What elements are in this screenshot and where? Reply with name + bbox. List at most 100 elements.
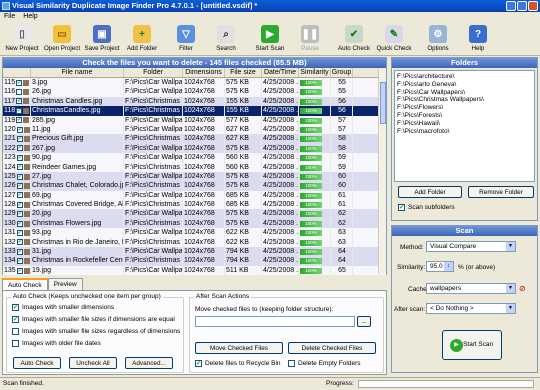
row-checkbox[interactable]: ✔ (16, 182, 23, 189)
column-similarity[interactable]: Similarity (299, 68, 331, 77)
row-checkbox[interactable]: ✔ (16, 107, 23, 114)
table-row[interactable]: 132 ✔ Christmas in Rio de Janeiro, B... F:\… (3, 237, 386, 248)
table-row[interactable]: 133 ✔ 31.jpg F:\Pics\Car Wallpa... 1024x768 7… (3, 247, 386, 257)
folder-item[interactable]: F:\Pics\Christmas Wallpapers\ (397, 96, 532, 104)
advanced-button[interactable]: Advanced... (125, 357, 173, 369)
folder-item[interactable]: F:\Pics\architecture\ (397, 73, 532, 81)
row-checkbox[interactable]: ✔ (16, 145, 23, 152)
table-row[interactable]: 122 ✔ 267.jpg F:\Pics\Car Wallpa... 1024x768… (3, 143, 386, 154)
row-checkbox[interactable]: ✔ (16, 79, 23, 86)
filter-button[interactable]: ▽ Filter (166, 22, 206, 56)
table-row[interactable]: 116 26.jpg F:\Pics\Car Wallpa... 1024x768 57… (3, 87, 386, 97)
row-checkbox[interactable]: ✔ (16, 98, 23, 105)
uncheck-all-button[interactable]: Uncheck All (69, 357, 117, 369)
row-checkbox[interactable]: ✔ (16, 267, 23, 274)
save-project-button[interactable]: ▣ Save Project (82, 22, 122, 56)
column-date[interactable]: Date/Time (262, 68, 299, 77)
open-project-button[interactable]: ▭ Open Project (42, 22, 82, 56)
close-button[interactable] (528, 1, 538, 11)
quick-check-button[interactable]: ✎ Quick Check (374, 22, 414, 56)
row-checkbox[interactable]: ✔ (16, 211, 23, 218)
table-row[interactable]: 130 ✔ Christmas Flowers.jpg F:\Pics\Christm… (3, 218, 386, 229)
auto-check-option[interactable]: ✔ Images with smaller dimensions (12, 304, 114, 311)
add-folder-button[interactable]: + Add Folder (122, 22, 162, 56)
column-file-name[interactable]: File name (31, 68, 124, 77)
table-row[interactable]: 126 ✔ Christmas Chalet, Colorado.jpg F:\Pic… (3, 181, 386, 191)
table-row[interactable]: 134 ✔ Christmas in Rockefeller Cent... F:\P… (3, 256, 386, 266)
new-project-button[interactable]: ▯ New Project (2, 22, 42, 56)
table-row[interactable]: 117 ✔ Christmas Candles.jpg F:\Pics\Christm… (3, 96, 386, 107)
row-checkbox[interactable]: ✔ (16, 248, 23, 255)
tab-auto-check[interactable]: Auto Check (2, 278, 48, 290)
table-row[interactable]: 119 ✔ 285.jpg F:\Pics\Car Wallpa... 1024x768… (3, 115, 386, 125)
row-checkbox[interactable]: ✔ (16, 117, 23, 124)
table-row[interactable]: 115 ✔ 3.jpg F:\Pics\Car Wallpa... 1024x768 57… (3, 78, 386, 88)
menu-file[interactable]: File (4, 12, 15, 22)
table-row[interactable]: 135 ✔ 19.jpg F:\Pics\Car Wallpa... 1024x768 5… (3, 265, 386, 276)
remove-folder-button[interactable]: Remove Folder (468, 186, 534, 198)
recycle-bin-checkbox[interactable]: ✔ Delete files to Recycle Bin (195, 360, 281, 367)
row-checkbox[interactable]: ✔ (16, 201, 23, 208)
method-select[interactable]: Visual Compare ▼ (426, 241, 516, 252)
column-file-size[interactable]: File size (225, 68, 262, 77)
column-folder[interactable]: Folder (124, 68, 183, 77)
folder-item[interactable]: F:\Pics\Hawaii\ (397, 120, 532, 128)
auto-check-option[interactable]: Images with older file dates (12, 340, 101, 347)
start-scan-button[interactable]: ▶ Start Scan (442, 330, 502, 360)
help-button[interactable]: ? Help (458, 22, 498, 56)
row-checkbox[interactable]: ✔ (16, 126, 23, 133)
column-group[interactable]: Group (331, 68, 353, 77)
column-dimensions[interactable]: Dimensions (183, 68, 225, 77)
table-row[interactable]: 124 ✔ Reindeer Games.jpg F:\Pics\Christmas … (3, 162, 386, 172)
move-checked-files-button[interactable]: Move Checked Files (195, 342, 283, 354)
auto-check-option[interactable]: ✔ Images with smaller file sizes if dimen… (12, 316, 175, 323)
table-row[interactable]: 118 ✔ ChristmasCandles.jpg F:\Pics\Christma… (3, 106, 386, 116)
cache-select[interactable]: wallpapers ▼ (426, 283, 516, 294)
row-checkbox[interactable]: ✔ (16, 164, 23, 171)
folder-item[interactable]: F:\Pics\Flowers\ (397, 104, 532, 112)
list-scrollbar[interactable] (378, 68, 386, 274)
scroll-thumb[interactable] (380, 82, 386, 124)
scan-subfolders-checkbox[interactable]: ✔ Scan subfolders (398, 204, 455, 211)
clear-cache-icon[interactable]: ⊘ (519, 284, 526, 293)
row-checkbox[interactable]: ✔ (16, 192, 23, 199)
start-scan-button[interactable]: ▶ Start Scan (250, 22, 290, 56)
move-path-input[interactable] (195, 316, 355, 327)
row-checkbox[interactable]: ✔ (16, 220, 23, 227)
minimize-button[interactable] (506, 1, 516, 11)
spin-icon[interactable]: ↕ (444, 262, 453, 271)
row-checkbox[interactable]: ✔ (16, 239, 23, 246)
folder-item[interactable]: F:\Pics\Car Wallpapers\ (397, 89, 532, 97)
similarity-input[interactable]: 95.0 ↕ (426, 261, 454, 272)
add-folder-button[interactable]: Add Folder (398, 186, 462, 198)
row-checkbox[interactable]: ✔ (16, 258, 23, 265)
table-row[interactable]: 123 ✔ 90.jpg F:\Pics\Car Wallpa... 1024x768 5… (3, 153, 386, 163)
folder-list[interactable]: F:\Pics\architecture\ F:\Pics\arto Geneva… (394, 70, 535, 182)
folder-item[interactable]: F:\Pics\Forests\ (397, 112, 532, 120)
row-checkbox[interactable]: ✔ (16, 136, 23, 143)
options-button[interactable]: ⚙ Options (418, 22, 458, 56)
table-row[interactable]: 131 ✔ 93.jpg F:\Pics\Car Wallpa... 1024x768 6… (3, 228, 386, 238)
delete-empty-folders-checkbox[interactable]: Delete Empty Folders (288, 360, 361, 367)
maximize-button[interactable] (517, 1, 527, 11)
table-row[interactable]: 120 ✔ 11.jpg F:\Pics\Car Wallpa... 1024x768 6… (3, 124, 386, 135)
auto-check-option[interactable]: Images with smaller file sizes regardles… (12, 328, 180, 335)
row-checkbox[interactable] (16, 89, 23, 96)
after-scan-select[interactable]: < Do Nothing > ▼ (426, 303, 516, 314)
menu-help[interactable]: Help (23, 12, 37, 22)
table-row[interactable]: 129 ✔ 20.jpg F:\Pics\Car Wallpa... 1024x768 5… (3, 209, 386, 219)
folder-item[interactable]: F:\Pics\macrofoto\ (397, 128, 532, 136)
tab-preview[interactable]: Preview (47, 278, 83, 290)
search-button[interactable]: ⌕ Search (206, 22, 246, 56)
row-checkbox[interactable]: ✔ (16, 229, 23, 236)
table-row[interactable]: 125 ✔ 27.jpg F:\Pics\Car Wallpa... 1024x768 5… (3, 171, 386, 182)
auto-check-button[interactable]: Auto Check (13, 357, 61, 369)
auto-check-button[interactable]: ✔ Auto Check (334, 22, 374, 56)
table-row[interactable]: 128 ✔ Christmas Covered Bridge, Al... F:\Pi… (3, 200, 386, 210)
table-row[interactable]: 127 ✔ 69.jpg F:\Pics\Car Wallpa... 1024x768 6… (3, 190, 386, 201)
folder-item[interactable]: F:\Pics\arto Geneva\ (397, 81, 532, 89)
table-row[interactable]: 121✔Precious Gift.jpgF:\Pics\Christmas W… (3, 134, 386, 144)
column-index[interactable] (3, 68, 31, 77)
browse-button[interactable]: ... (357, 316, 371, 327)
delete-checked-files-button[interactable]: Delete Checked Files (288, 342, 376, 354)
